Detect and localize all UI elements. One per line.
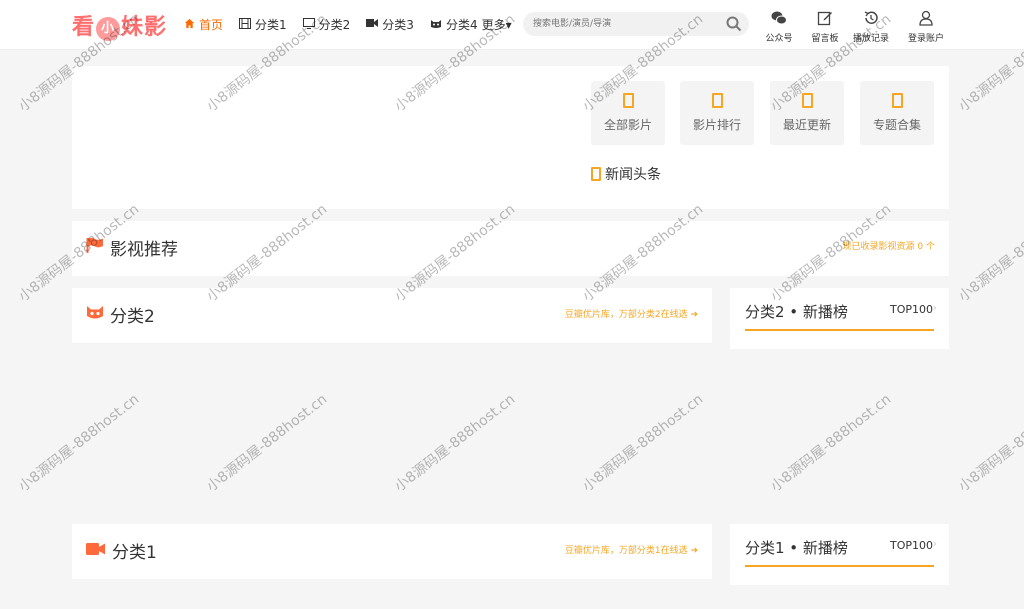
file-icon bbox=[801, 93, 813, 108]
nav-label: 分类4 bbox=[445, 18, 478, 32]
quick-link-latest[interactable]: 最近更新 bbox=[770, 81, 844, 145]
section-title-text: 分类2 bbox=[110, 307, 155, 327]
recommend-panel: 影视推荐 现已收录影视资源 0 个 bbox=[72, 221, 949, 276]
quick-link-all-movies[interactable]: 全部影片 bbox=[591, 81, 665, 145]
top100-link[interactable]: TOP100 bbox=[890, 539, 933, 552]
watermark: 小8源码屋-888host.cn bbox=[579, 391, 707, 495]
rank-underline bbox=[745, 565, 934, 567]
user-icon bbox=[918, 10, 934, 31]
video-icon bbox=[366, 18, 379, 31]
category2-rank-panel: 分类2 • 新播榜 TOP100 › bbox=[730, 288, 949, 349]
home-icon bbox=[184, 18, 195, 32]
search-box bbox=[523, 12, 749, 36]
news-headline-link[interactable]: 新闻头条 bbox=[591, 164, 661, 184]
category2-panel: 分类2 豆瓣优片库，万部分类2在线选 ➜ bbox=[72, 288, 712, 343]
guestbook-button[interactable]: 留言板 bbox=[806, 10, 844, 44]
nav-item-category2[interactable]: 分类2 bbox=[302, 16, 351, 33]
quick-link-topics[interactable]: 专题合集 bbox=[860, 81, 934, 145]
section-title-text: 影视推荐 bbox=[110, 240, 178, 260]
nav-item-category1[interactable]: 分类1 bbox=[239, 16, 287, 33]
tv-icon bbox=[302, 17, 315, 32]
category1-panel: 分类1 豆瓣优片库，万部分类1在线选 ➜ bbox=[72, 524, 712, 579]
flag-icon bbox=[86, 237, 110, 258]
quick-link-label: 影片排行 bbox=[692, 118, 741, 132]
category2-title: 分类2 bbox=[86, 302, 155, 327]
nav-item-category4[interactable]: 分类4 bbox=[430, 16, 478, 33]
nav-label: 更多▾ bbox=[481, 18, 512, 32]
news-label: 新闻头条 bbox=[605, 167, 661, 183]
section-title-text: 分类1 bbox=[112, 543, 157, 563]
tool-label: 登录账户 bbox=[907, 34, 944, 44]
wechat-icon bbox=[771, 10, 787, 31]
cat-icon bbox=[86, 304, 110, 325]
cat-icon bbox=[430, 18, 442, 32]
watermark: 小8源码屋-888host.cn bbox=[15, 391, 143, 495]
rank-title: 分类1 • 新播榜 bbox=[745, 539, 848, 557]
search-input[interactable] bbox=[533, 15, 713, 33]
tool-label: 播放记录 bbox=[852, 34, 889, 44]
resource-count-link[interactable]: 现已收录影视资源 0 个 bbox=[843, 239, 935, 252]
hero-panel: 全部影片 影片排行 最近更新 专题合集 新闻头条 bbox=[72, 66, 949, 209]
logo-badge: 小 bbox=[96, 17, 121, 41]
category1-title: 分类1 bbox=[86, 538, 157, 563]
nav-item-category3[interactable]: 分类3 bbox=[366, 16, 414, 33]
site-logo[interactable]: 看小妹影 bbox=[72, 9, 167, 41]
nav-label: 分类2 bbox=[318, 18, 351, 32]
film-icon bbox=[239, 17, 252, 32]
quick-link-ranking[interactable]: 影片排行 bbox=[680, 81, 754, 145]
file-icon bbox=[711, 93, 723, 108]
nav-label: 分类3 bbox=[382, 18, 414, 32]
nav-label: 首页 bbox=[199, 18, 224, 32]
chevron-right-icon: › bbox=[932, 301, 937, 314]
recommend-title: 影视推荐 bbox=[86, 235, 178, 260]
video-camera-icon bbox=[86, 541, 112, 561]
rank-underline bbox=[745, 329, 934, 331]
quick-link-label: 专题合集 bbox=[872, 118, 921, 132]
watermark: 小8源码屋-888host.cn bbox=[955, 391, 1024, 495]
history-icon bbox=[863, 10, 879, 31]
chevron-right-icon: › bbox=[932, 537, 937, 550]
file-icon bbox=[591, 167, 601, 181]
history-button[interactable]: 播放记录 bbox=[852, 10, 890, 44]
search-icon[interactable] bbox=[725, 15, 743, 33]
edit-icon bbox=[817, 10, 833, 31]
main-nav: 首页 分类1 分类2 分类3 分类4 更多▾ bbox=[184, 16, 528, 33]
rank-title: 分类2 • 新播榜 bbox=[745, 303, 848, 321]
nav-item-home[interactable]: 首页 bbox=[184, 16, 223, 33]
category2-more-link[interactable]: 豆瓣优片库，万部分类2在线选 ➜ bbox=[565, 307, 698, 320]
watermark: 小8源码屋-888host.cn bbox=[767, 391, 895, 495]
tool-label: 公众号 bbox=[765, 34, 793, 44]
logo-text-right: 妹影 bbox=[121, 15, 168, 40]
watermark: 小8源码屋-888host.cn bbox=[203, 391, 331, 495]
quick-link-label: 最近更新 bbox=[782, 118, 831, 132]
top-header: 看小妹影 首页 分类1 分类2 分类3 分类4 更多▾ 搜索电影/演员/导演 公… bbox=[0, 0, 1024, 50]
top100-link[interactable]: TOP100 bbox=[890, 303, 933, 316]
tool-label: 留言板 bbox=[811, 34, 839, 44]
login-button[interactable]: 登录账户 bbox=[904, 10, 948, 44]
watermark: 小8源码屋-888host.cn bbox=[391, 391, 519, 495]
quick-link-label: 全部影片 bbox=[603, 118, 652, 132]
category1-rank-panel: 分类1 • 新播榜 TOP100 › bbox=[730, 524, 949, 585]
logo-text-left: 看 bbox=[72, 15, 96, 40]
header-tools: 公众号 留言板 播放记录 登录账户 bbox=[760, 10, 956, 44]
nav-item-more[interactable]: 更多▾ bbox=[482, 16, 512, 33]
file-icon bbox=[891, 93, 903, 108]
nav-label: 分类1 bbox=[255, 18, 287, 32]
wechat-button[interactable]: 公众号 bbox=[760, 10, 798, 44]
file-icon bbox=[622, 93, 634, 108]
watermark: 小8源码屋-888host.cn bbox=[955, 201, 1024, 305]
category1-more-link[interactable]: 豆瓣优片库，万部分类1在线选 ➜ bbox=[565, 543, 698, 556]
